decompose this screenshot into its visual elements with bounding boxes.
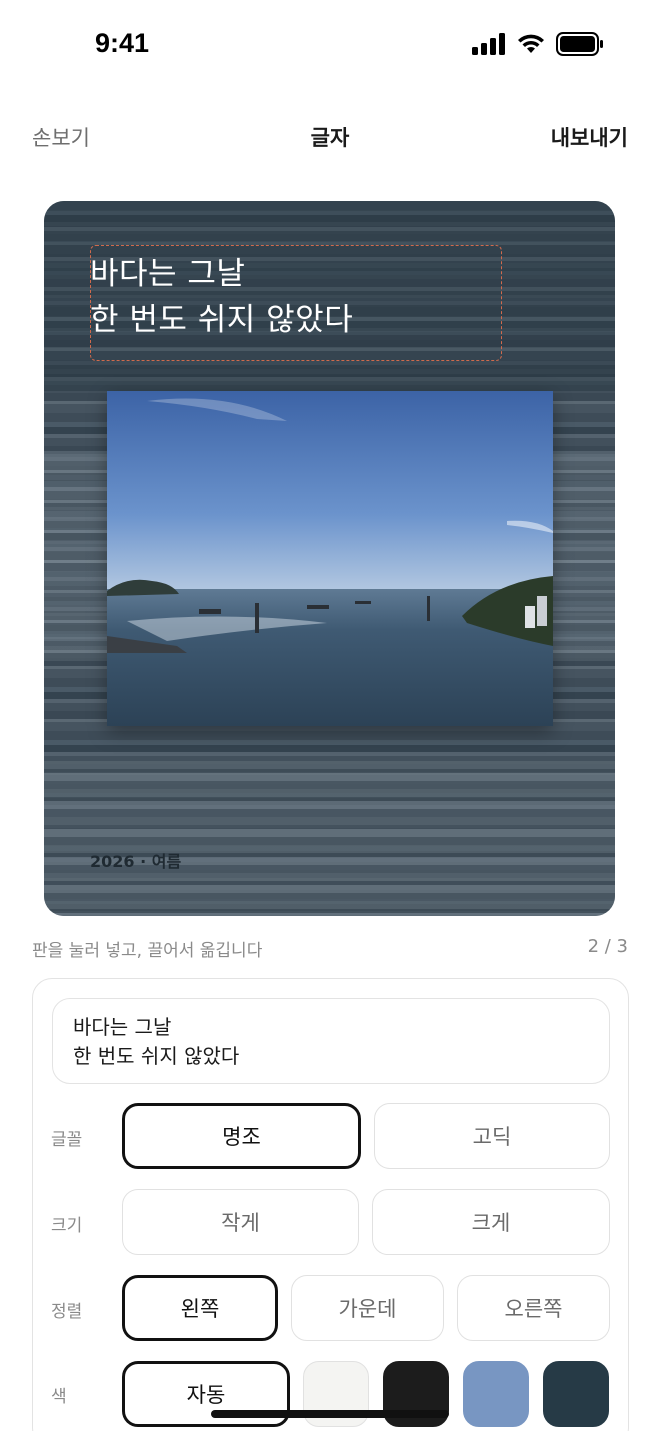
align-option-center[interactable]: 가운데 [291,1275,444,1341]
home-indicator[interactable] [211,1410,449,1418]
page-indicator: 2 / 3 [587,936,628,957]
canvas-caption[interactable]: 2026 · 여름 [90,848,181,872]
seaside-photo-icon [107,391,553,726]
align-option-left[interactable]: 왼쪽 [122,1275,278,1341]
status-time: 9:41 [95,28,150,58]
status-icons [472,32,604,56]
battery-icon [556,32,603,56]
align-row-label: 정렬 [51,1302,83,1322]
font-row-label: 글꼴 [51,1130,83,1150]
design-canvas[interactable]: 바다는 그날 한 번도 쉬지 않았다 2026 · 여름 [44,201,615,916]
canvas-title-text[interactable]: 바다는 그날 한 번도 쉬지 않았다 [90,251,353,343]
font-option-gothic[interactable]: 고딕 [374,1103,610,1169]
size-option-large[interactable]: 크게 [372,1189,610,1255]
align-option-right[interactable]: 오른쪽 [457,1275,610,1341]
background-stripes-bottom [44,761,615,916]
canvas-hint: 판을 눌러 넣고, 끌어서 옮깁니다 [32,941,263,961]
wifi-icon [518,34,544,53]
color-row-label: 색 [51,1387,67,1407]
canvas-photo[interactable] [107,391,553,726]
font-option-myeongjo[interactable]: 명조 [122,1103,361,1169]
text-editor-panel: 바다는 그날 한 번도 쉬지 않았다 글꼴 명조 고딕 크기 작게 크게 정렬 … [32,978,629,1431]
size-row-label: 크기 [51,1216,83,1236]
export-button[interactable]: 내보내기 [551,122,628,152]
text-content-field[interactable]: 바다는 그날 한 번도 쉬지 않았다 [52,998,610,1084]
color-swatch-blue[interactable] [463,1361,529,1427]
signal-icon [472,33,505,55]
size-option-small[interactable]: 작게 [122,1189,359,1255]
color-swatch-slate[interactable] [543,1361,609,1427]
